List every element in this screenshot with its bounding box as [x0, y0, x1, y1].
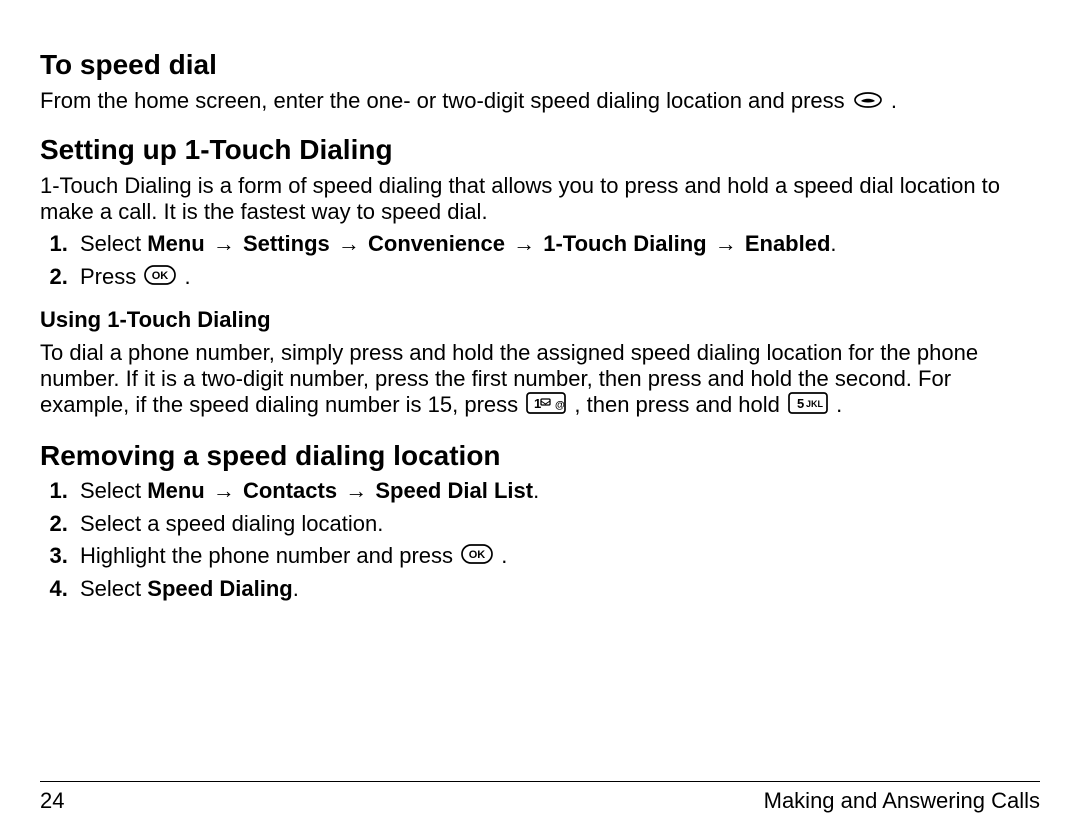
- text: .: [836, 392, 842, 417]
- text: Select: [80, 576, 147, 601]
- path-part: Speed Dial List: [375, 478, 533, 503]
- key-5-icon: 5JKL: [788, 392, 828, 420]
- path-part: Menu: [147, 231, 204, 256]
- section-name: Making and Answering Calls: [764, 788, 1040, 814]
- text: Select: [80, 231, 147, 256]
- paragraph: 1-Touch Dialing is a form of speed diali…: [40, 173, 1040, 226]
- text: Press: [80, 264, 142, 289]
- steps-list: Select Menu → Contacts → Speed Dial List…: [40, 478, 1040, 603]
- arrow-icon: →: [343, 478, 369, 503]
- ok-key-icon: OK: [461, 544, 493, 570]
- text: .: [293, 576, 299, 601]
- text: .: [184, 264, 190, 289]
- list-item: Press OK .: [74, 264, 1040, 291]
- list-item: Select Speed Dialing.: [74, 576, 1040, 602]
- path-part: Contacts: [243, 478, 337, 503]
- text: .: [533, 478, 539, 503]
- paragraph: To dial a phone number, simply press and…: [40, 340, 1040, 421]
- path-part: Enabled: [745, 231, 831, 256]
- menu-path: Menu → Contacts → Speed Dial List: [147, 478, 533, 503]
- arrow-icon: →: [211, 231, 237, 256]
- path-part: 1-Touch Dialing: [543, 231, 706, 256]
- svg-text:@: @: [555, 400, 565, 411]
- key-1-icon: 1@: [526, 392, 566, 420]
- menu-path: Menu → Settings → Convenience → 1-Touch …: [147, 231, 830, 256]
- heading-1touch: Setting up 1-Touch Dialing: [40, 133, 1040, 167]
- svg-text:1: 1: [534, 396, 541, 411]
- list-item: Highlight the phone number and press OK …: [74, 543, 1040, 570]
- list-item: Select Menu → Contacts → Speed Dial List…: [74, 478, 1040, 504]
- text: .: [501, 543, 507, 568]
- arrow-icon: →: [511, 231, 537, 256]
- text: Select: [80, 478, 147, 503]
- arrow-icon: →: [211, 478, 237, 503]
- svg-text:OK: OK: [469, 549, 486, 561]
- bold-text: Speed Dialing: [147, 576, 292, 601]
- text: From the home screen, enter the one- or …: [40, 88, 851, 113]
- text: Highlight the phone number and press: [80, 543, 459, 568]
- svg-text:OK: OK: [152, 270, 169, 282]
- path-part: Convenience: [368, 231, 505, 256]
- ok-key-icon: OK: [144, 265, 176, 291]
- svg-text:JKL: JKL: [806, 399, 824, 409]
- subheading-using: Using 1-Touch Dialing: [40, 307, 1040, 333]
- path-part: Settings: [243, 231, 330, 256]
- text: .: [891, 88, 897, 113]
- path-part: Menu: [147, 478, 204, 503]
- paragraph: From the home screen, enter the one- or …: [40, 88, 1040, 115]
- steps-list: Select Menu → Settings → Convenience → 1…: [40, 231, 1040, 291]
- call-key-icon: [853, 89, 883, 115]
- text: , then press and hold: [574, 392, 786, 417]
- list-item: Select a speed dialing location.: [74, 511, 1040, 537]
- text: .: [830, 231, 836, 256]
- svg-text:5: 5: [797, 396, 804, 411]
- heading-speed-dial: To speed dial: [40, 48, 1040, 82]
- page-footer: 24 Making and Answering Calls: [40, 781, 1040, 814]
- arrow-icon: →: [336, 231, 362, 256]
- page-number: 24: [40, 788, 64, 814]
- arrow-icon: →: [713, 231, 739, 256]
- list-item: Select Menu → Settings → Convenience → 1…: [74, 231, 1040, 257]
- heading-removing: Removing a speed dialing location: [40, 439, 1040, 473]
